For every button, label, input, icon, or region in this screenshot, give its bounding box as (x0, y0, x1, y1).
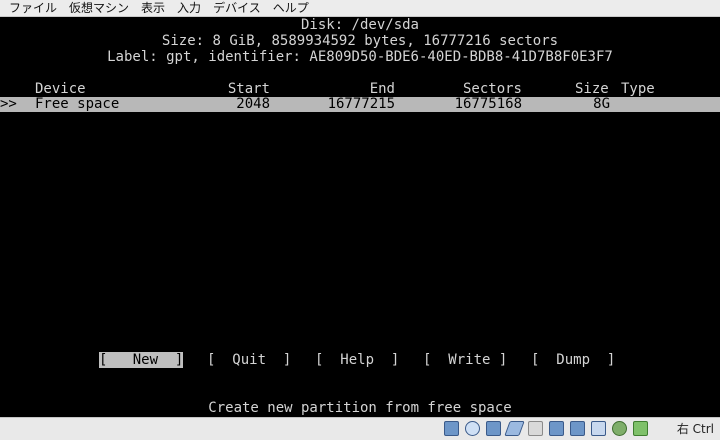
write-button[interactable]: [ Write ] (423, 352, 507, 368)
disk-label-info: Label: gpt, identifier: AE809D50-BDE6-40… (107, 49, 613, 65)
display-icon[interactable] (549, 421, 564, 436)
header-sectors: Sectors (462, 81, 522, 97)
menu-file[interactable]: ファイル (0, 0, 63, 16)
statusbar: 右 Ctrl (0, 417, 720, 440)
menu-machine[interactable]: 仮想マシン (63, 0, 135, 16)
selection-marker: >> (0, 96, 17, 112)
cpu-icon[interactable] (612, 421, 627, 436)
menu-input[interactable]: 入力 (171, 0, 207, 16)
header-device: Device (35, 81, 86, 97)
optical-drive-icon[interactable] (465, 421, 480, 436)
hint-text: Create new partition from free space (208, 400, 512, 416)
table-row[interactable]: >> Free space 2048 16777215 16775168 8G (0, 97, 720, 112)
video-capture-icon[interactable] (591, 421, 606, 436)
header-size: Size (575, 81, 609, 97)
screen-capture-icon[interactable] (570, 421, 585, 436)
menu-help[interactable]: ヘルプ (267, 0, 315, 16)
quit-button[interactable]: [ Quit ] (207, 352, 291, 368)
cell-sectors: 16775168 (454, 96, 522, 112)
action-menu: [ New ] [ Quit ] [ Help ] [ Write ] [ Du… (0, 352, 720, 368)
menu-devices[interactable]: デバイス (207, 0, 267, 16)
help-button[interactable]: [ Help ] (315, 352, 399, 368)
header-type: Type (621, 81, 655, 97)
cell-start: 2048 (236, 96, 270, 112)
host-key-label: 右 Ctrl (676, 422, 714, 436)
network-icon[interactable] (486, 421, 501, 436)
table-header: Device Start End Sectors Size Type (0, 81, 720, 97)
cell-end: 16777215 (327, 96, 395, 112)
disk-size-info: Size: 8 GiB, 8589934592 bytes, 16777216 … (161, 33, 559, 49)
usb-icon[interactable] (504, 421, 525, 436)
dump-button[interactable]: [ Dump ] (531, 352, 615, 368)
cell-size: 8G (593, 96, 610, 112)
disk-title: Disk: /dev/sda (300, 17, 419, 33)
menu-view[interactable]: 表示 (135, 0, 171, 16)
header-start: Start (227, 81, 270, 97)
header-end: End (369, 81, 395, 97)
hard-disk-icon[interactable] (444, 421, 459, 436)
shared-folder-icon[interactable] (528, 421, 543, 436)
menubar: ファイル 仮想マシン 表示 入力 デバイス ヘルプ (0, 0, 720, 17)
mouse-integration-icon[interactable] (633, 421, 648, 436)
cell-device: Free space (35, 96, 120, 112)
vm-console[interactable]: Disk: /dev/sda Size: 8 GiB, 8589934592 b… (0, 17, 720, 417)
new-button[interactable]: [ New ] (99, 352, 184, 368)
